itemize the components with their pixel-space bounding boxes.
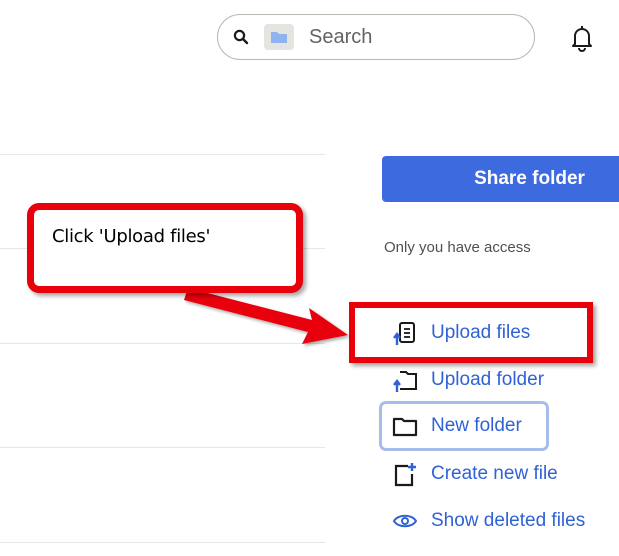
search-bar[interactable]: Search [217,14,535,60]
file-row-divider [0,542,325,543]
show-deleted-files-button[interactable]: Show deleted files [392,506,585,536]
search-input[interactable]: Search [309,26,372,49]
annotation-callout-text: Click 'Upload files' [52,226,211,247]
file-row-divider [0,154,325,155]
search-scope-chip[interactable] [264,24,294,50]
access-status-text: Only you have access [384,239,531,256]
show-deleted-files-label: Show deleted files [431,510,586,531]
search-icon [233,29,249,45]
annotation-highlight-box [349,302,593,363]
notification-bell-icon[interactable] [567,23,597,53]
upload-folder-label: Upload folder [431,369,545,390]
create-new-file-label: Create new file [431,463,558,484]
file-row-divider [0,447,325,448]
create-new-file-button[interactable]: Create new file [392,459,558,489]
folder-icon [392,417,418,437]
folder-icon [271,32,287,43]
annotation-callout [27,203,303,293]
new-folder-label: New folder [431,415,522,436]
eye-icon [392,514,418,528]
new-folder-button[interactable]: New folder [392,411,522,441]
share-folder-button[interactable]: Share folder [382,156,619,202]
top-bar [0,0,619,10]
new-file-icon [394,463,416,487]
upload-folder-button[interactable]: Upload folder [392,365,544,395]
upload-folder-icon [393,371,417,392]
